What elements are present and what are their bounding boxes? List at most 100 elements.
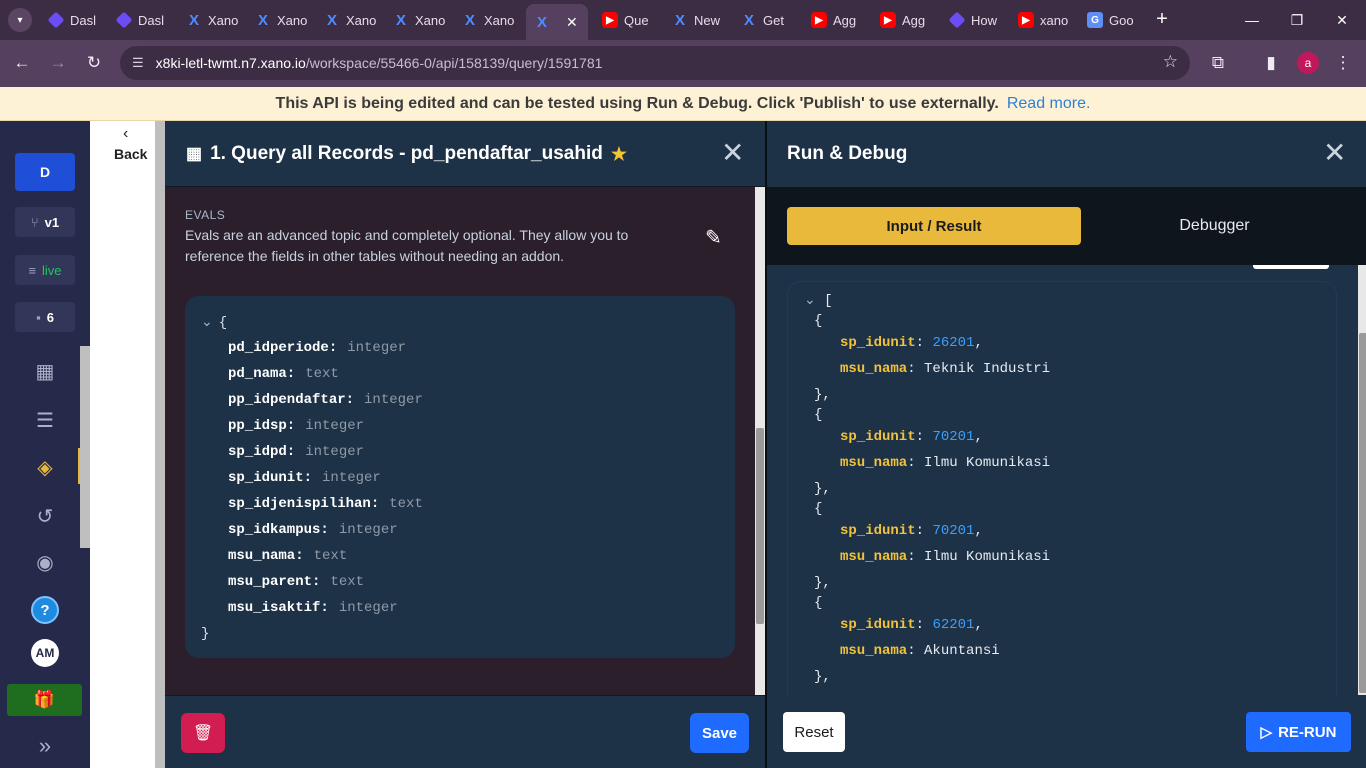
minimize-icon[interactable]: — bbox=[1240, 8, 1264, 32]
result-open-bracket[interactable]: ⌄ [ bbox=[804, 292, 833, 309]
record-field-sp-idunit: sp_idunit: 70201, bbox=[840, 429, 983, 445]
reload-icon[interactable]: ↻ bbox=[82, 51, 106, 75]
history-icon[interactable]: ↺ bbox=[31, 502, 59, 530]
evals-heading: EVALS bbox=[185, 208, 226, 222]
json-key: sp_idunit bbox=[840, 429, 916, 445]
gift-icon[interactable]: 🎁 bbox=[7, 684, 82, 716]
new-tab-button[interactable]: + bbox=[1152, 8, 1172, 30]
chevron-down-icon[interactable]: ⌄ bbox=[201, 315, 213, 331]
json-key: msu_nama bbox=[840, 361, 908, 377]
browser-tab-label: Que bbox=[624, 12, 649, 28]
youtube-icon: ▶ bbox=[880, 12, 896, 28]
tab-input-result[interactable]: Input / Result bbox=[787, 207, 1081, 245]
back-arrow-icon[interactable]: ← bbox=[10, 51, 34, 75]
browser-tab[interactable]: X Get bbox=[733, 6, 793, 34]
xano-icon: X bbox=[188, 11, 199, 29]
field-type: text bbox=[330, 574, 365, 590]
profile-avatar[interactable]: a bbox=[1297, 52, 1319, 74]
schema-field-row: msu_isaktif: integer bbox=[228, 600, 398, 616]
browser-menu-icon[interactable]: ⋮ bbox=[1331, 51, 1355, 75]
browser-tab[interactable]: X Xano bbox=[247, 6, 307, 34]
browser-tab-label: Agg bbox=[902, 12, 926, 28]
edit-mode-banner: This API is being edited and can be test… bbox=[0, 87, 1366, 121]
record-close-brace: }, bbox=[814, 387, 831, 403]
field-type: text bbox=[305, 366, 339, 382]
bookmark-star-icon[interactable]: ☆ bbox=[1163, 52, 1178, 72]
window-close-icon[interactable]: ✕ bbox=[1330, 8, 1354, 32]
comments-button[interactable]: ▪ 6 bbox=[15, 302, 75, 332]
result-scroll-thumb[interactable] bbox=[1359, 333, 1366, 693]
browser-tab-label: Xano bbox=[484, 12, 514, 28]
browser-tab[interactable]: X Xano bbox=[385, 6, 445, 34]
address-bar[interactable]: ☰ x8ki-letl-twmt.n7.xano.io/workspace/55… bbox=[120, 46, 1190, 80]
xano-icon: X bbox=[743, 11, 754, 29]
extensions-icon[interactable]: ⧉ bbox=[1206, 51, 1230, 75]
record-open-brace: { bbox=[814, 407, 823, 423]
delete-button[interactable]: 🗑 bbox=[181, 713, 225, 753]
star-icon[interactable]: ★ bbox=[611, 144, 627, 165]
browser-tab[interactable]: Dasl bbox=[108, 6, 168, 34]
save-button[interactable]: Save bbox=[690, 713, 749, 753]
sidebar-scrollbar[interactable] bbox=[80, 346, 90, 548]
tab-close-icon[interactable]: ✕ bbox=[566, 14, 578, 31]
browser-tab[interactable]: X ✕ bbox=[526, 4, 588, 40]
canvas-scrollbar[interactable] bbox=[155, 121, 165, 768]
field-name: msu_nama: bbox=[228, 548, 304, 564]
expand-sidebar-icon[interactable]: » bbox=[31, 733, 59, 759]
pencil-edit-icon[interactable]: ✎ bbox=[705, 225, 722, 250]
tab-search-icon[interactable]: ▾ bbox=[8, 8, 32, 32]
schema-field-row: msu_parent: text bbox=[228, 574, 364, 590]
tab-debugger[interactable]: Debugger bbox=[1107, 207, 1322, 245]
branch-selector[interactable]: ⑂ v1 bbox=[15, 207, 75, 237]
database-tables-icon[interactable]: ☰ bbox=[31, 406, 59, 434]
browser-tab[interactable]: ▶ Agg bbox=[872, 6, 932, 34]
chevron-down-icon[interactable]: ⌄ bbox=[804, 293, 816, 309]
live-status[interactable]: ≡ live bbox=[15, 255, 75, 285]
schema-open-brace[interactable]: ⌄{ bbox=[201, 314, 227, 331]
forward-arrow-icon[interactable]: → bbox=[46, 51, 70, 75]
browser-tab[interactable]: X Xano bbox=[454, 6, 514, 34]
browser-tab[interactable]: How bbox=[941, 6, 1001, 34]
json-key: msu_nama bbox=[840, 455, 908, 471]
browser-tab[interactable]: X Xano bbox=[316, 6, 376, 34]
json-key: msu_nama bbox=[840, 643, 908, 659]
announcements-icon[interactable]: ◉ bbox=[31, 548, 59, 576]
schema-field-row: pd_idperiode: integer bbox=[228, 340, 406, 356]
user-avatar[interactable]: AM bbox=[31, 639, 59, 667]
rerun-button[interactable]: ▷ RE-RUN bbox=[1246, 712, 1351, 752]
browser-tab[interactable]: ▶ xano bbox=[1010, 6, 1070, 34]
back-button[interactable]: Back bbox=[114, 146, 147, 162]
function-panel-scroll-thumb[interactable] bbox=[756, 428, 764, 624]
close-function-panel-icon[interactable]: ✕ bbox=[721, 139, 744, 167]
browser-tab[interactable]: X New bbox=[664, 6, 724, 34]
close-run-debug-icon[interactable]: ✕ bbox=[1323, 139, 1346, 167]
url-host: x8ki-letl-twmt.n7.xano.io bbox=[155, 55, 306, 71]
record-field-msu-nama: msu_nama: Ilmu Komunikasi bbox=[840, 455, 1051, 471]
reset-button[interactable]: Reset bbox=[783, 712, 845, 752]
browser-tab[interactable]: Dasl bbox=[40, 6, 100, 34]
rerun-label: RE-RUN bbox=[1278, 723, 1337, 741]
youtube-icon: ▶ bbox=[1018, 12, 1034, 28]
browser-tab-label: Xano bbox=[277, 12, 307, 28]
dashboard-icon[interactable]: ▦ bbox=[31, 357, 59, 385]
browser-tab[interactable]: ▶ Que bbox=[594, 6, 654, 34]
chevron-left-icon[interactable]: ‹ bbox=[123, 125, 128, 143]
restore-icon[interactable]: ❐ bbox=[1285, 8, 1309, 32]
site-info-icon[interactable]: ☰ bbox=[132, 55, 144, 71]
help-icon[interactable]: ? bbox=[31, 596, 59, 624]
api-icon[interactable]: ◈ bbox=[31, 453, 59, 481]
table-icon: ▦ bbox=[186, 144, 203, 163]
read-more-link[interactable]: Read more. bbox=[1007, 95, 1091, 113]
browser-tab[interactable]: G Goo bbox=[1079, 6, 1139, 34]
record-field-msu-nama: msu_nama: Teknik Industri bbox=[840, 361, 1051, 377]
json-text-value: Akuntansi bbox=[924, 643, 1000, 659]
workspace-button[interactable]: D bbox=[15, 153, 75, 191]
comments-count: 6 bbox=[46, 309, 54, 325]
copy-tooltip bbox=[1253, 265, 1329, 269]
browser-tab[interactable]: ▶ Agg bbox=[803, 6, 863, 34]
browser-tab[interactable]: X Xano bbox=[178, 6, 238, 34]
back-column: ‹ Back bbox=[90, 121, 155, 768]
side-panel-icon[interactable]: ▮ bbox=[1259, 51, 1283, 75]
field-name: pp_idpendaftar: bbox=[228, 392, 355, 408]
youtube-icon: ▶ bbox=[602, 12, 618, 28]
